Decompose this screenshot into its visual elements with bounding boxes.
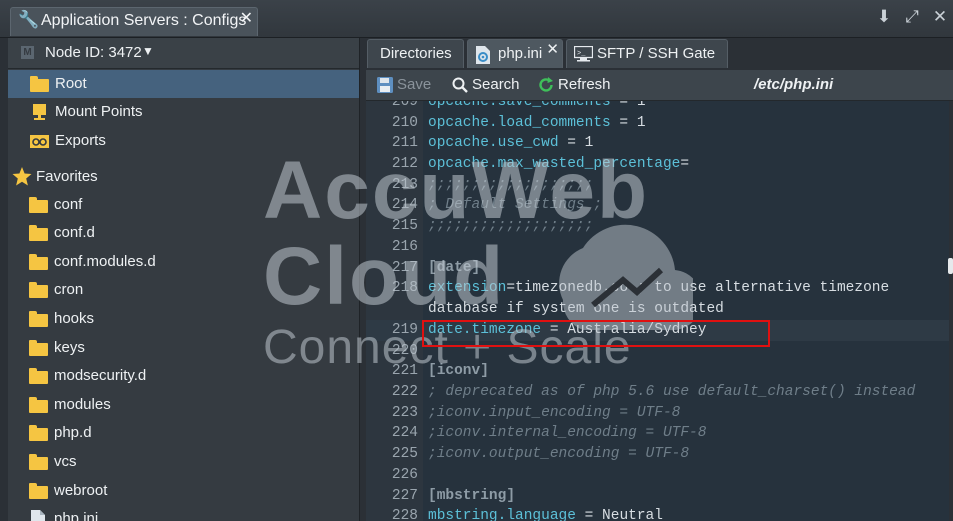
tree-item-cron[interactable]: cron <box>8 276 359 304</box>
tree-item-label: php.ini <box>54 510 99 521</box>
close-window-icon[interactable]: ✕ <box>931 8 949 26</box>
star-icon <box>12 167 32 186</box>
code-line: database if system one is outdated <box>428 301 724 317</box>
tab-sftp-ssh-gate[interactable]: >_ SFTP / SSH Gate <box>566 39 728 68</box>
node-label: Node ID: 3472 <box>45 44 142 61</box>
scrollbar-thumb[interactable] <box>948 258 953 274</box>
file-icon <box>30 510 49 521</box>
title-bar: 🔧 Application Servers : Configs ✕ ⬇ ⤢ ✕ <box>0 0 953 38</box>
tab-label: SFTP / SSH Gate <box>597 45 716 62</box>
code-line: 222; deprecated as of php 5.6 use defaul… <box>391 384 916 400</box>
expand-icon[interactable]: ⤢ <box>903 8 921 26</box>
code-line: 221 [iconv] <box>391 363 489 379</box>
code-line: 209 opcache.save_comments = 1 <box>391 101 646 110</box>
save-button[interactable]: Save <box>397 76 431 93</box>
tree-item-conf-modules-d[interactable]: conf.modules.d <box>8 248 359 276</box>
tree-item-label: php.d <box>54 424 92 441</box>
tree-item-php-ini[interactable]: php.ini <box>8 505 359 521</box>
refresh-icon <box>538 77 554 98</box>
editor-toolbar: Save Search Refresh /etc/php.ini <box>366 70 953 101</box>
tree-item-label: webroot <box>54 482 108 499</box>
code-line: 227 [mbstring] <box>391 488 516 504</box>
tree-item-label: conf.modules.d <box>54 253 156 270</box>
tree-item-favorites[interactable]: Favorites <box>8 163 359 191</box>
gear-file-icon <box>475 46 491 69</box>
code-line: 212 opcache.max_wasted_percentage= <box>391 156 690 172</box>
code-editor[interactable]: 209 opcache.save_comments = 1 210 opcache.… <box>366 101 949 521</box>
code-line: 216 <box>391 239 418 255</box>
code-line: 214; Default Settings ; <box>391 197 603 213</box>
window-title: Application Servers : Configs <box>41 12 247 29</box>
tab-directories[interactable]: Directories <box>367 39 464 68</box>
code-line: 228 mbstring.language = Neutral <box>391 508 663 521</box>
node-icon: M <box>21 46 34 59</box>
node-selector[interactable]: M Node ID: 3472 ▼ <box>8 38 359 69</box>
code-line: 218 extension=timezonedb.so ; to use alte… <box>391 280 890 296</box>
tab-php-ini[interactable]: php.ini ✕ <box>467 39 563 68</box>
tree-item-modsecurity-d[interactable]: modsecurity.d <box>8 362 359 390</box>
file-tree-panel: M Node ID: 3472 ▼ Root Mount Points Expo… <box>8 38 360 521</box>
monitor-icon: >_ <box>573 45 594 67</box>
code-line: 224 ;iconv.internal_encoding = UTF-8 <box>391 425 707 441</box>
close-tab-icon[interactable]: ✕ <box>240 8 253 28</box>
tree-item-root[interactable]: Root <box>8 70 359 98</box>
wrench-icon: 🔧 <box>18 10 40 29</box>
tree-item-label: conf <box>54 196 83 213</box>
file-path: /etc/php.ini <box>754 76 834 93</box>
editor-tabs: Directories php.ini ✕ >_ SFTP / SSH Gate <box>361 38 953 69</box>
search-icon <box>452 77 468 98</box>
tree-item-mount-points[interactable]: Mount Points <box>8 98 359 126</box>
tree-item-modules[interactable]: modules <box>8 391 359 419</box>
tree-item-conf[interactable]: conf <box>8 191 359 219</box>
tree-item-label: Mount Points <box>55 103 143 120</box>
svg-text:>_: >_ <box>577 50 586 58</box>
download-icon[interactable]: ⬇ <box>875 8 893 26</box>
code-line: 213;;;;;;;;;;;;;;;;;;; <box>391 177 594 193</box>
search-button[interactable]: Search <box>472 76 520 93</box>
code-line: 223 ;iconv.input_encoding = UTF-8 <box>391 405 681 421</box>
tree-item-vcs[interactable]: vcs <box>8 448 359 476</box>
tree-item-label: keys <box>54 339 85 356</box>
mount-icon <box>30 104 49 120</box>
window-controls: ⬇ ⤢ ✕ <box>875 8 949 26</box>
tab-label: php.ini <box>498 45 543 62</box>
tree-item-label: hooks <box>54 310 95 327</box>
close-tab-icon[interactable]: ✕ <box>546 40 559 58</box>
caret-down-icon[interactable]: ▼ <box>142 44 154 58</box>
code-line: 215;;;;;;;;;;;;;;;;;;; <box>391 218 594 234</box>
tree-item-conf-d[interactable]: conf.d <box>8 219 359 247</box>
tree-item-webroot[interactable]: webroot <box>8 477 359 505</box>
highlight-box <box>422 320 770 347</box>
tree-item-php-d[interactable]: php.d <box>8 419 359 447</box>
tab-label: Directories <box>380 45 452 62</box>
tree-item-hooks[interactable]: hooks <box>8 305 359 333</box>
tree-item-keys[interactable]: keys <box>8 334 359 362</box>
tree-item-label: modsecurity.d <box>54 367 147 384</box>
window-tab[interactable]: 🔧 Application Servers : Configs ✕ <box>10 7 258 36</box>
code-line: 226 <box>391 467 418 483</box>
code-line: 225 ;iconv.output_encoding = UTF-8 <box>391 446 690 462</box>
export-icon <box>30 133 49 148</box>
tree-item-label: vcs <box>54 453 77 470</box>
refresh-button[interactable]: Refresh <box>558 76 611 93</box>
code-line: 211 opcache.use_cwd = 1 <box>391 135 594 151</box>
tree-item-exports[interactable]: Exports <box>8 127 359 155</box>
save-icon <box>377 77 393 98</box>
tree-item-label: Exports <box>55 132 106 149</box>
code-line: 217 [date] <box>391 260 481 276</box>
tree-item-label: Favorites <box>36 168 98 185</box>
tree-item-label: conf.d <box>54 224 95 241</box>
tree-item-label: Root <box>55 75 87 92</box>
tree-item-label: cron <box>54 281 84 298</box>
code-line: 210 opcache.load_comments = 1 <box>391 115 646 131</box>
tree-item-label: modules <box>54 396 111 413</box>
